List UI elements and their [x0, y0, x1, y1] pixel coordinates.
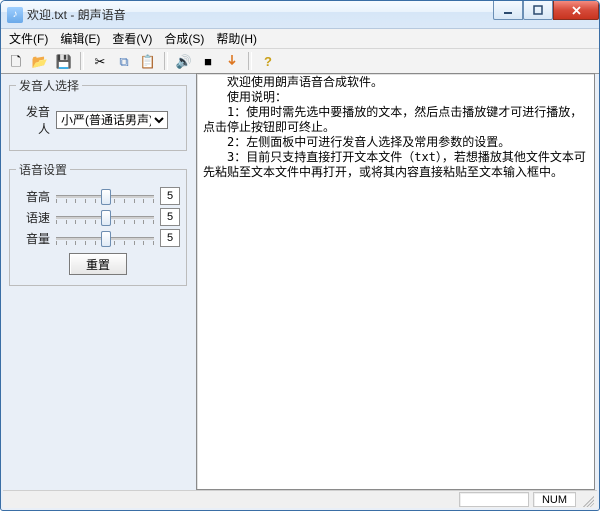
voice-label: 发音人 [16, 103, 50, 137]
paste-button[interactable]: 📋 [137, 50, 159, 72]
status-cell-empty [459, 492, 529, 507]
body: 发音人选择 发音人 小严(普通话男声) 语音设置 音高 [5, 73, 595, 490]
maximize-button[interactable] [523, 1, 553, 20]
speed-slider[interactable] [56, 209, 154, 225]
app-icon: ♪ [7, 7, 23, 23]
pitch-value: 5 [160, 187, 180, 205]
window-title: 欢迎.txt - 朗声语音 [27, 6, 126, 23]
volume-value: 5 [160, 229, 180, 247]
cut-button[interactable]: ✂ [89, 50, 111, 72]
pitch-slider[interactable] [56, 188, 154, 204]
menu-help[interactable]: 帮助(H) [216, 30, 257, 47]
new-file-button[interactable]: 🗋 [5, 50, 27, 72]
menubar: 文件(F) 编辑(E) 查看(V) 合成(S) 帮助(H) [1, 29, 599, 49]
statusbar: NUM [3, 490, 597, 508]
stop-button[interactable]: ■ [197, 50, 219, 72]
app-window: ♪ 欢迎.txt - 朗声语音 文件(F) 编辑(E) 查看(V) 合成(S) … [0, 0, 600, 511]
speed-value: 5 [160, 208, 180, 226]
menu-edit[interactable]: 编辑(E) [60, 30, 100, 47]
pitch-label: 音高 [16, 188, 50, 205]
volume-label: 音量 [16, 230, 50, 247]
menu-file[interactable]: 文件(F) [9, 30, 48, 47]
settings-legend: 语音设置 [16, 161, 70, 178]
menu-synth[interactable]: 合成(S) [164, 30, 204, 47]
close-button[interactable] [553, 1, 599, 20]
toolbar-separator [80, 52, 84, 70]
help-button[interactable]: ? [257, 50, 279, 72]
toolbar-separator [164, 52, 168, 70]
titlebar: ♪ 欢迎.txt - 朗声语音 [1, 1, 599, 29]
voice-select[interactable]: 小严(普通话男声) [56, 111, 168, 129]
speed-row: 语速 5 [16, 208, 180, 226]
minimize-button[interactable] [493, 1, 523, 20]
save-file-button[interactable]: 💾 [53, 50, 75, 72]
pitch-row: 音高 5 [16, 187, 180, 205]
volume-slider[interactable] [56, 230, 154, 246]
toolbar-separator [248, 52, 252, 70]
resize-grip-icon[interactable] [580, 493, 594, 507]
settings-group: 语音设置 音高 5 语速 [9, 161, 187, 286]
open-file-button[interactable]: 📂 [29, 50, 51, 72]
volume-row: 音量 5 [16, 229, 180, 247]
menu-view[interactable]: 查看(V) [112, 30, 152, 47]
play-button[interactable] [221, 50, 243, 72]
voice-group: 发音人选择 发音人 小严(普通话男声) [9, 77, 187, 151]
sidebar: 发音人选择 发音人 小严(普通话男声) 语音设置 音高 [5, 73, 193, 490]
voice-legend: 发音人选择 [16, 77, 82, 94]
toolbar: 🗋 📂 💾 ✂ ⧉ 📋 🔊 ■ ? [1, 49, 599, 74]
speaker-button[interactable]: 🔊 [173, 50, 195, 72]
reset-button[interactable]: 重置 [69, 253, 127, 275]
speed-label: 语速 [16, 209, 50, 226]
text-area[interactable]: 欢迎使用朗声语音合成软件。 使用说明： 1：使用时需先选中要播放的文本，然后点击… [196, 73, 595, 490]
window-buttons [493, 1, 599, 20]
status-numlock: NUM [533, 492, 576, 507]
copy-button[interactable]: ⧉ [113, 50, 135, 72]
